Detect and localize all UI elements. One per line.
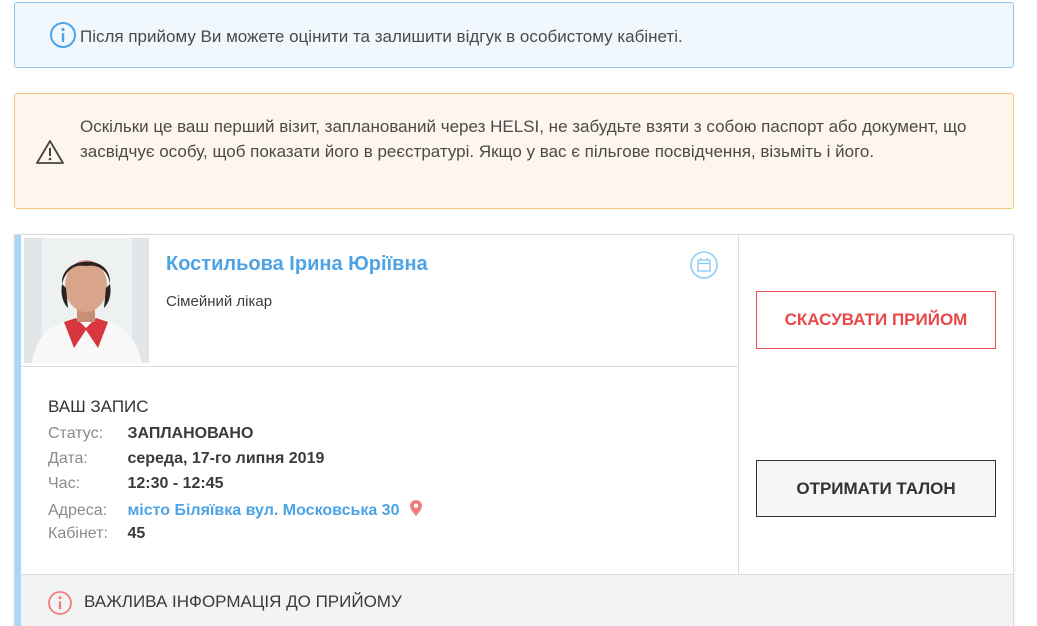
doctor-name[interactable]: Костильова Ірина Юріївна [166,253,428,276]
get-ticket-button[interactable]: ОТРИМАТИ ТАЛОН [756,460,996,517]
warning-alert-text: Оскільки це ваш перший візит, запланован… [80,117,967,161]
date-label: Дата: [48,450,88,467]
date-row: Дата: середа, 17-го липня 2019 [48,450,324,468]
time-row: Час: 12:30 - 12:45 [48,475,224,493]
card-divider [21,366,738,367]
doctor-avatar-image [24,238,149,363]
doctor-photo [24,238,149,363]
card-vertical-divider [738,235,739,574]
cancel-appointment-button[interactable]: СКАСУВАТИ ПРИЙОМ [756,291,996,349]
status-label: Статус: [48,425,104,442]
room-value: 45 [127,525,146,542]
doctor-specialty: Сімейний лікар [166,293,273,310]
appointment-card: Костильова Ірина Юріївна Сімейний лікар … [14,234,1014,626]
info-icon [50,22,76,48]
date-value: середа, 17-го липня 2019 [127,450,325,467]
room-label: Кабінет: [48,525,108,542]
info-alert-text: Після прийому Ви можете оцінити та залиш… [80,27,683,46]
room-row: Кабінет: 45 [48,525,145,543]
time-value: 12:30 - 12:45 [127,475,224,492]
important-info-label: ВАЖЛИВА ІНФОРМАЦІЯ ДО ПРИЙОМУ [84,592,402,611]
info-alert: Після прийому Ви можете оцінити та залиш… [14,2,1014,68]
status-value: ЗАПЛАНОВАНО [127,425,254,442]
address-row: Адреса: місто Біляївка вул. Московська 3… [48,500,422,520]
important-info-bar[interactable]: ВАЖЛИВА ІНФОРМАЦІЯ ДО ПРИЙОМУ [21,574,1013,626]
warning-alert: Оскільки це ваш перший візит, запланован… [14,93,1014,209]
status-row: Статус: ЗАПЛАНОВАНО [48,425,253,443]
info-icon [48,591,72,615]
card-accent-bar [15,235,21,626]
calendar-icon[interactable] [689,250,719,280]
map-pin-icon[interactable] [409,500,422,516]
address-link[interactable]: місто Біляївка вул. Московська 30 [127,502,399,519]
appointment-title: ВАШ ЗАПИС [48,397,149,416]
address-label: Адреса: [48,502,108,519]
time-label: Час: [48,475,81,492]
warning-icon [36,140,64,164]
